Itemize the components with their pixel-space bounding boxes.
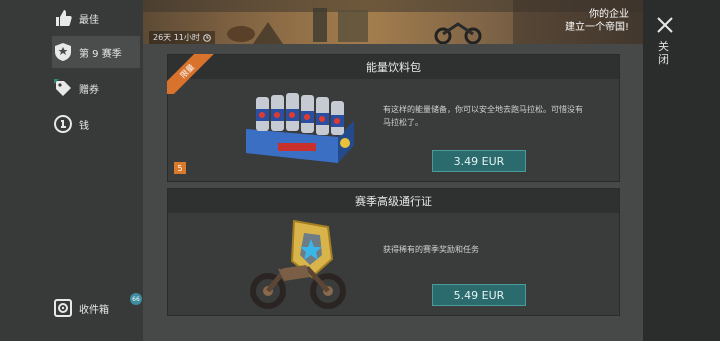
- sidebar-item-season[interactable]: 第 9 赛季: [52, 36, 140, 68]
- season-timer: 26天 11小时: [149, 31, 215, 44]
- limited-ribbon: 限量: [167, 54, 227, 94]
- coin-icon: [52, 113, 74, 135]
- offer-card-season-pass[interactable]: 赛季高级通行证 获得稀有的赛季奖励和任务 5.49 EUR: [167, 188, 620, 316]
- inbox-label: 收件箱: [79, 304, 109, 316]
- limited-ribbon-label: 限量: [167, 54, 215, 94]
- motorcycle-pass-icon: [250, 219, 346, 309]
- offer-description: 有这样的能量储备，你可以安全地去跑马拉松。可惜没有马拉松了。: [383, 105, 583, 127]
- close-icon: [657, 17, 673, 33]
- promo-banner[interactable]: 26天 11小时 你的企业 建立一个帝国!: [143, 0, 643, 44]
- sidebar-item-label: 钱: [79, 120, 89, 132]
- right-panel: [643, 0, 720, 341]
- close-button[interactable]: [654, 14, 676, 36]
- banner-headline-line2: 建立一个帝国!: [564, 22, 629, 33]
- banner-headline: 你的企业 建立一个帝国!: [565, 8, 629, 34]
- inbox-count-badge: 66: [130, 293, 142, 305]
- offer-title: 赛季高级通行证: [168, 189, 619, 213]
- sidebar-item-label: 最佳: [79, 14, 99, 26]
- season-timer-text: 26天 11小时: [153, 33, 200, 42]
- inbox-icon: [52, 297, 74, 319]
- coupon-tag-icon: [52, 77, 74, 99]
- season-shield-icon: [52, 41, 74, 63]
- offer-price-button[interactable]: 3.49 EUR: [432, 150, 526, 172]
- sidebar-item-label: 赠券: [79, 84, 99, 96]
- offer-title: 能量饮料包: [168, 55, 619, 79]
- offer-price-button[interactable]: 5.49 EUR: [432, 284, 526, 306]
- energy-drink-crate-icon: [246, 93, 354, 163]
- quantity-badge: 5: [174, 162, 186, 174]
- offer-card-energy-drinks[interactable]: 能量饮料包 有这样的能量储备，你可以安全地去跑马拉松。可惜没有马拉松了。 3.4…: [167, 54, 620, 182]
- banner-headline-line1: 你的企业: [589, 9, 629, 20]
- sidebar-item-best[interactable]: 最佳: [52, 2, 140, 34]
- inbox-button[interactable]: 收件箱: [52, 293, 138, 323]
- sidebar-item-label: 第 9 赛季: [79, 48, 122, 60]
- close-label[interactable]: 关闭: [658, 40, 672, 66]
- sidebar-item-coupons[interactable]: 赠券: [52, 72, 140, 104]
- sidebar-item-money[interactable]: 钱: [52, 108, 140, 140]
- offer-description: 获得稀有的赛季奖励和任务: [383, 245, 479, 254]
- thumbs-up-icon: [52, 7, 74, 29]
- clock-icon: [203, 33, 211, 42]
